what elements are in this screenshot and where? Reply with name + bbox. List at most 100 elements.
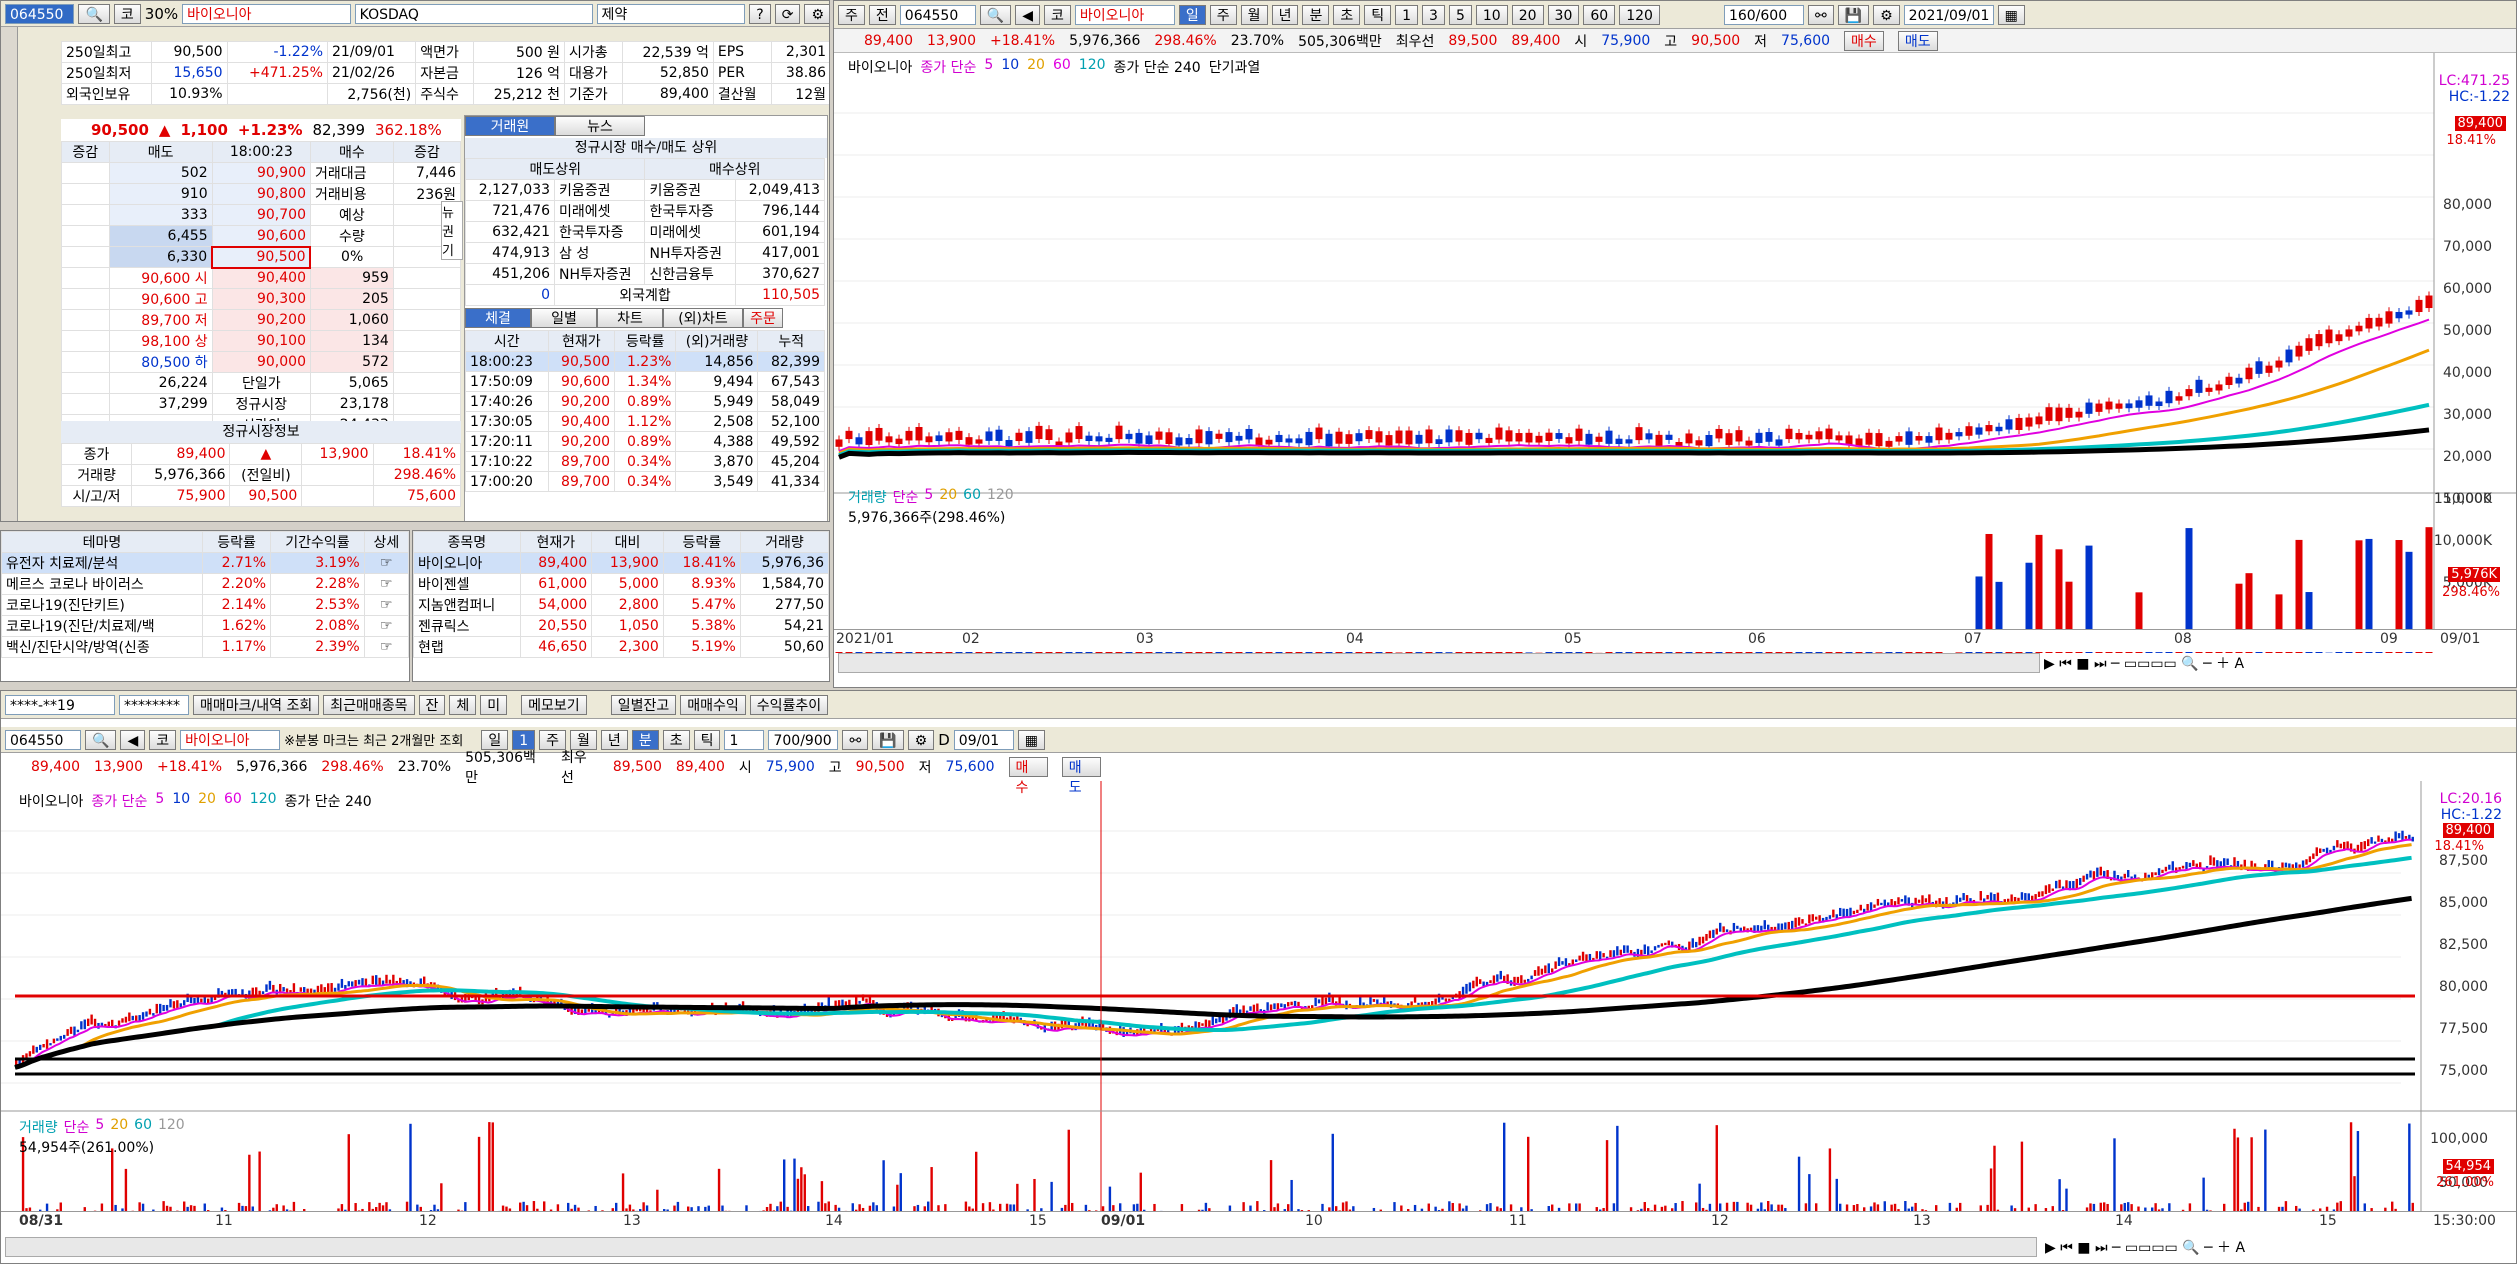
- daily-stock-name[interactable]: 바이오니아: [1074, 4, 1175, 25]
- return-trend-button[interactable]: 수익률추이: [749, 694, 829, 715]
- bid-price[interactable]: 90,300: [211, 288, 311, 310]
- tab-order[interactable]: 주문: [743, 308, 783, 328]
- d-checkbox[interactable]: D: [938, 731, 950, 749]
- unfilled-button[interactable]: 미: [480, 694, 508, 715]
- daily-date[interactable]: 2021/09/01: [1903, 4, 1994, 25]
- save-icon[interactable]: 💾: [1837, 4, 1870, 25]
- save-icon[interactable]: 💾: [872, 729, 904, 750]
- side-tab[interactable]: 기: [442, 240, 462, 259]
- minute-chart-svg[interactable]: [1, 781, 2517, 1259]
- minute-scroll-controls[interactable]: ▶ ⏮ ■ ⏭ ─ ▭▭▭▭ 🔍 ─ ＋ A: [2045, 1237, 2245, 1257]
- bid-row[interactable]: 80,500 하 90,000 572: [61, 351, 462, 373]
- tab-trades[interactable]: 체결: [465, 308, 531, 328]
- num-button[interactable]: 20: [1511, 4, 1544, 25]
- bid-row[interactable]: 90,600 시 90,400 959: [61, 267, 462, 289]
- sell-button[interactable]: 매도: [1897, 30, 1938, 51]
- trade-row[interactable]: 17:30:05 90,400 1.12% 2,508 52,100: [465, 411, 825, 432]
- broker-row[interactable]: 474,913 삼 성 NH투자증권 417,001: [464, 242, 826, 264]
- daily-code-input[interactable]: 064550: [899, 4, 976, 25]
- trade-row[interactable]: 17:50:09 90,600 1.34% 9,494 67,543: [465, 371, 825, 392]
- stock-name-field[interactable]: 바이오니아: [182, 3, 351, 24]
- theme-row[interactable]: 코로나19(진단/치료제/백 1.62% 2.08% ☞: [1, 615, 409, 637]
- mode-week[interactable]: 주: [1209, 4, 1237, 25]
- daily-balance-button[interactable]: 일별잔고: [610, 694, 677, 715]
- ask-price[interactable]: 90,800: [211, 183, 311, 205]
- bid-price[interactable]: 90,000: [211, 351, 311, 373]
- speaker-icon[interactable]: ◀: [120, 729, 146, 750]
- ask-row[interactable]: 502 90,900 거래대금 7,446: [61, 162, 462, 184]
- side-tab[interactable]: 뉴: [442, 202, 462, 221]
- buy-button[interactable]: 매수: [1844, 30, 1884, 51]
- search-icon[interactable]: 🔍: [979, 4, 1012, 25]
- market-button[interactable]: 코: [149, 729, 177, 750]
- indicator-icon[interactable]: ⚯: [1807, 4, 1834, 25]
- mode-second[interactable]: 초: [662, 729, 690, 750]
- bid-row[interactable]: 89,700 저 90,200 1,060: [61, 309, 462, 331]
- calendar-icon[interactable]: ▦: [1997, 4, 2025, 25]
- ask-row[interactable]: 333 90,700 예상: [61, 204, 462, 226]
- bid-price[interactable]: 90,100: [211, 330, 311, 352]
- minute-stock-name[interactable]: 바이오니아: [180, 729, 281, 750]
- mode-tick[interactable]: 틱: [693, 729, 721, 750]
- num-button[interactable]: 120: [1619, 4, 1660, 25]
- bid-row[interactable]: 98,100 상 90,100 134: [61, 330, 462, 352]
- mode-day[interactable]: 일: [1178, 4, 1206, 25]
- help-icon[interactable]: ?: [749, 3, 771, 24]
- gear-icon[interactable]: ⚙: [1873, 4, 1900, 25]
- broker-row[interactable]: 632,421 한국투자증 미래에셋 601,194: [464, 221, 826, 243]
- ask-price[interactable]: 90,900: [211, 162, 311, 184]
- stock-row[interactable]: 젠큐릭스 20,550 1,050 5.38% 54,21: [413, 615, 829, 637]
- period-button[interactable]: 주: [838, 4, 865, 25]
- trade-row[interactable]: 17:20:11 90,200 0.89% 4,388 49,592: [465, 431, 825, 452]
- minute-count[interactable]: 700/900: [768, 729, 839, 750]
- detail-icon[interactable]: ☞: [363, 594, 409, 616]
- daily-chart-svg[interactable]: [834, 53, 2517, 688]
- trade-row[interactable]: 17:00:20 89,700 0.34% 3,549 41,334: [465, 471, 825, 492]
- broker-row[interactable]: 2,127,033 키움증권 키움증권 2,049,413: [464, 179, 826, 201]
- memo-button[interactable]: 메모보기: [521, 694, 587, 715]
- mode-year[interactable]: 년: [1271, 4, 1299, 25]
- minute-code-input[interactable]: 064550: [5, 729, 81, 750]
- mode-second[interactable]: 초: [1333, 4, 1361, 25]
- search-icon[interactable]: 🔍: [85, 729, 117, 750]
- password-field[interactable]: ********: [119, 694, 189, 715]
- detail-icon[interactable]: ☞: [363, 573, 409, 595]
- trade-row[interactable]: 17:10:22 89,700 0.34% 3,870 45,204: [465, 451, 825, 472]
- code-input[interactable]: 064550: [5, 3, 75, 24]
- refresh-icon[interactable]: ⟳: [774, 3, 801, 24]
- num-button[interactable]: 60: [1583, 4, 1616, 25]
- daily-count[interactable]: 160/600: [1723, 4, 1804, 25]
- sell-button[interactable]: 매도: [1061, 757, 1101, 796]
- theme-row[interactable]: 코로나19(진단키트) 2.14% 2.53% ☞: [1, 594, 409, 616]
- ask-row[interactable]: 910 90,800 거래비용 236원: [61, 183, 462, 205]
- mode-minute[interactable]: 분: [1302, 4, 1330, 25]
- num-button[interactable]: 30: [1547, 4, 1580, 25]
- detail-icon[interactable]: ☞: [363, 552, 409, 574]
- trade-row[interactable]: 18:00:23 90,500 1.23% 14,856 82,399: [465, 351, 825, 372]
- market-button[interactable]: 코: [113, 3, 141, 24]
- daily-scrollbar[interactable]: [838, 653, 2040, 673]
- broker-row[interactable]: 721,476 미래에셋 한국투자증 796,144: [464, 200, 826, 222]
- tab-news[interactable]: 뉴스: [555, 116, 645, 136]
- num-button[interactable]: 10: [1475, 4, 1508, 25]
- tab-chart[interactable]: 차트: [597, 308, 663, 328]
- search-icon[interactable]: 🔍: [78, 3, 110, 24]
- mode-year[interactable]: 년: [600, 729, 628, 750]
- trade-profit-button[interactable]: 매매수익: [680, 694, 746, 715]
- trade-row[interactable]: 17:40:26 90,200 0.89% 5,949 58,049: [465, 391, 825, 412]
- stock-row[interactable]: 현랩 46,650 2,300 5.19% 50,60: [413, 636, 829, 658]
- num-button[interactable]: 3: [1422, 4, 1445, 25]
- speaker-icon[interactable]: ◀: [1015, 4, 1040, 25]
- mode-tick[interactable]: 틱: [1364, 4, 1392, 25]
- minute-scrollbar[interactable]: [5, 1237, 2037, 1257]
- balance-button[interactable]: 잔: [418, 694, 446, 715]
- num-button[interactable]: 5: [1448, 4, 1472, 25]
- calendar-icon[interactable]: ▦: [1017, 729, 1046, 750]
- market-button[interactable]: 코: [1044, 4, 1071, 25]
- mode-minute[interactable]: 분: [631, 729, 659, 750]
- mode-month[interactable]: 월: [1240, 4, 1268, 25]
- detail-icon[interactable]: ☞: [363, 636, 409, 658]
- ask-price[interactable]: 90,700: [211, 204, 311, 226]
- account-field[interactable]: ****-**19: [5, 694, 115, 715]
- gear-icon[interactable]: ⚙: [907, 729, 935, 750]
